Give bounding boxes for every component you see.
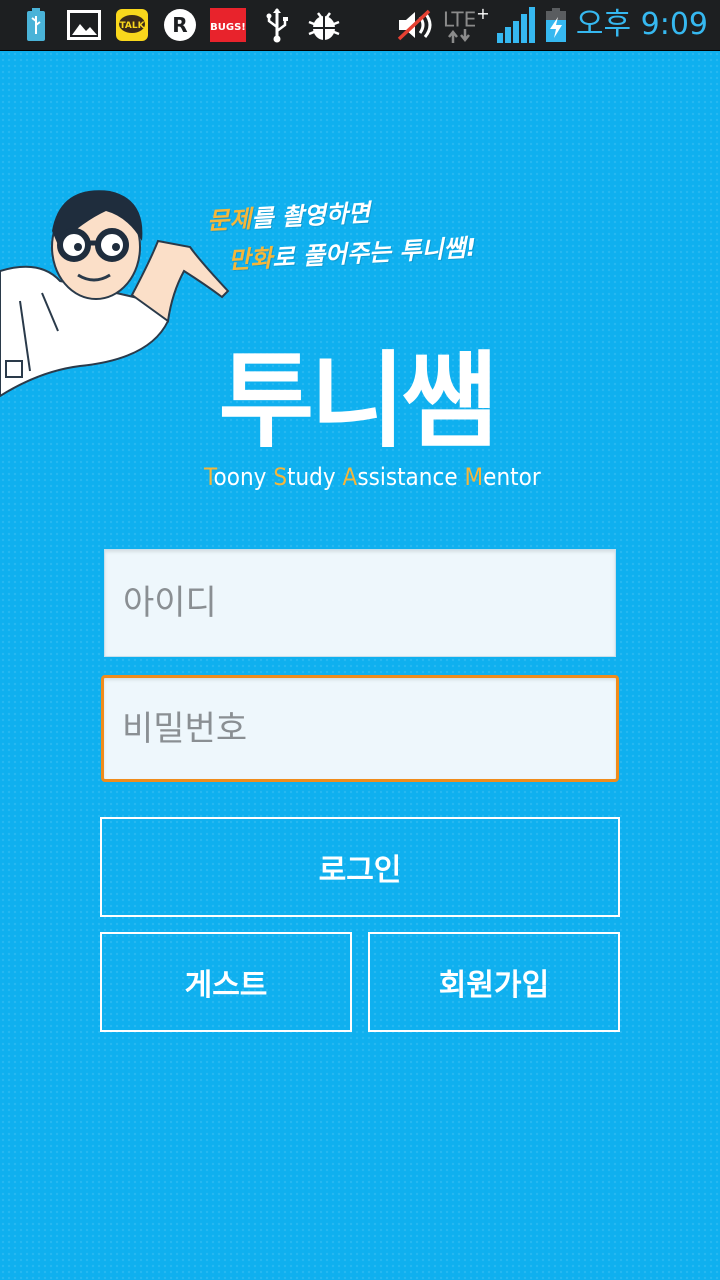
login-screen: 문제를 촬영하면 만화로 풀어주는 투니쌤! 투니쌤 Toony Study A… <box>0 51 720 1280</box>
bugs-icon: BUGS! <box>210 7 246 43</box>
tagline-line-2: 만화로 풀어주는 투니쌤! <box>227 228 478 276</box>
status-time: 오후 9:09 <box>575 7 708 42</box>
tagline-2-highlight: 만화 <box>227 244 274 275</box>
network-plus-label: + <box>476 4 490 23</box>
signup-button[interactable]: 회원가입 <box>368 932 620 1032</box>
battery-charging-icon <box>544 7 568 43</box>
subtitle-word-2: tudy <box>287 463 343 491</box>
kakao-label: TALK <box>119 21 145 31</box>
android-debug-icon <box>308 7 340 43</box>
usb-icon <box>264 7 290 43</box>
gallery-icon <box>67 7 101 43</box>
mascot-illustration <box>0 190 230 398</box>
kakaotalk-icon: TALK <box>116 7 148 43</box>
r-label: R <box>172 13 187 37</box>
tagline-2-text: 로 풀어주는 투니쌤! <box>271 233 478 273</box>
tagline-line-1: 문제를 촬영하면 <box>206 193 371 236</box>
guest-button[interactable]: 게스트 <box>100 932 352 1032</box>
tagline-1-text: 를 촬영하면 <box>250 198 371 233</box>
tagline-1-highlight: 문제 <box>206 204 253 236</box>
id-input[interactable] <box>105 550 615 656</box>
status-bar: TALK R BUGS! LTE+ 오후 9:09 <box>0 0 720 51</box>
signal-icon <box>496 7 536 43</box>
r-app-icon: R <box>163 7 197 43</box>
bugs-label: BUGS! <box>210 22 246 33</box>
subtitle-cap-s: S <box>273 463 288 491</box>
subtitle-cap-t: T <box>204 463 214 491</box>
subtitle-word-4: entor <box>483 463 541 491</box>
subtitle-cap-m: M <box>464 463 484 491</box>
subtitle-word-1: oony <box>213 463 274 491</box>
subtitle-cap-a: A <box>342 463 358 491</box>
app-logo-subtitle: Toony Study Assistance Mentor <box>204 463 541 491</box>
subtitle-word-3: ssistance <box>357 463 465 491</box>
usb-battery-icon <box>24 7 48 43</box>
password-input[interactable] <box>104 678 616 779</box>
mute-icon <box>396 7 436 43</box>
password-field[interactable] <box>101 675 619 782</box>
data-activity-icon <box>446 28 472 44</box>
login-button[interactable]: 로그인 <box>100 817 620 917</box>
id-field[interactable] <box>104 549 616 657</box>
app-logo-title: 투니쌤 <box>218 340 497 462</box>
